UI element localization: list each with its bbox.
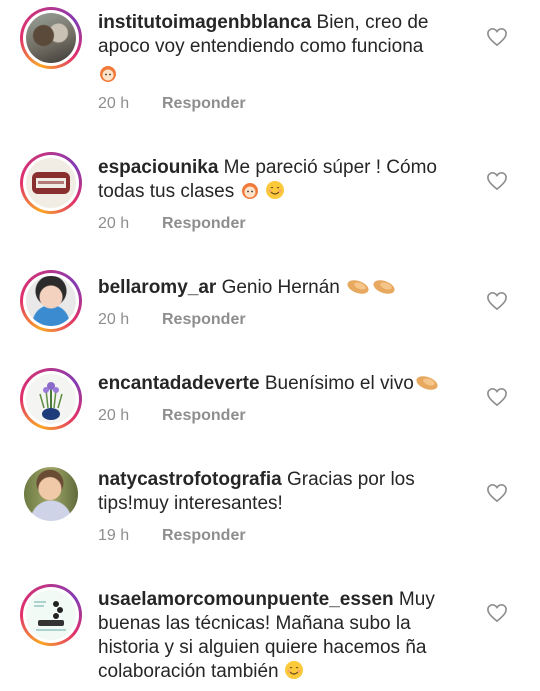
smiling-face-emoji (265, 180, 285, 200)
avatar[interactable] (20, 7, 82, 69)
comment-text: encantadadeverte Buenísimo el vivo (98, 372, 470, 396)
avatar-photo (26, 13, 76, 63)
smiling-face-emoji (284, 660, 304, 680)
comment-body: Buenísimo el vivo (259, 373, 414, 394)
avatar[interactable] (20, 270, 82, 332)
comment-timestamp: 20 h (98, 311, 130, 328)
comment-body: Genio Hernán (216, 277, 346, 298)
comment-username[interactable]: natycastrofotografia (98, 469, 282, 490)
avatar[interactable] (20, 152, 82, 214)
avatar[interactable] (20, 584, 82, 646)
heart-icon[interactable] (486, 171, 508, 191)
comment-text: natycastrofotografia Gracias por los tip… (98, 468, 470, 516)
reply-button[interactable]: Responder (162, 407, 246, 424)
comment-timestamp: 20 h (98, 407, 130, 424)
comment-text: espaciounika Me pareció súper ! Cómo tod… (98, 156, 470, 204)
comment-timestamp: 20 h (98, 215, 130, 232)
heart-icon[interactable] (486, 603, 508, 623)
comment-username[interactable]: bellaromy_ar (98, 277, 216, 298)
heart-icon[interactable] (486, 27, 508, 47)
clapping-hands-emoji (371, 278, 397, 296)
comment-meta: 20 h Responder (98, 95, 246, 115)
clapping-hands-emoji (345, 278, 371, 296)
comment-meta: 20 h Responder (98, 215, 246, 235)
comment-username[interactable]: usaelamorcomounpuente_essen (98, 589, 394, 610)
comment-timestamp: 20 h (98, 95, 130, 112)
comment-text: bellaromy_ar Genio Hernán (98, 276, 470, 300)
comment-text: usaelamorcomounpuente_essen Muy buenas l… (98, 588, 470, 684)
comment-meta: 20 h Responder (98, 407, 246, 427)
person-face-emoji (98, 63, 118, 83)
avatar-photo (26, 590, 76, 640)
reply-button[interactable]: Responder (162, 527, 246, 544)
comment-username[interactable]: encantadadeverte (98, 373, 260, 394)
heart-icon[interactable] (486, 483, 508, 503)
avatar-photo (26, 374, 76, 424)
reply-button[interactable]: Responder (162, 95, 246, 112)
comment-username[interactable]: espaciounika (98, 157, 218, 178)
avatar-photo (26, 276, 76, 326)
heart-icon[interactable] (486, 291, 508, 311)
comment-username[interactable]: institutoimagenbblanca (98, 12, 311, 33)
avatar[interactable] (20, 368, 82, 430)
reply-button[interactable]: Responder (162, 215, 246, 232)
comment-meta: 19 h Responder (98, 527, 246, 547)
comment-meta: 20 h Responder (98, 311, 246, 331)
person-face-emoji (240, 180, 260, 200)
comment-timestamp: 19 h (98, 527, 130, 544)
reply-button[interactable]: Responder (162, 311, 246, 328)
heart-icon[interactable] (486, 387, 508, 407)
avatar-photo (26, 158, 76, 208)
avatar[interactable] (24, 467, 78, 521)
clapping-hands-emoji (414, 374, 440, 392)
comment-text: institutoimagenbblanca Bien, creo de apo… (98, 11, 470, 87)
